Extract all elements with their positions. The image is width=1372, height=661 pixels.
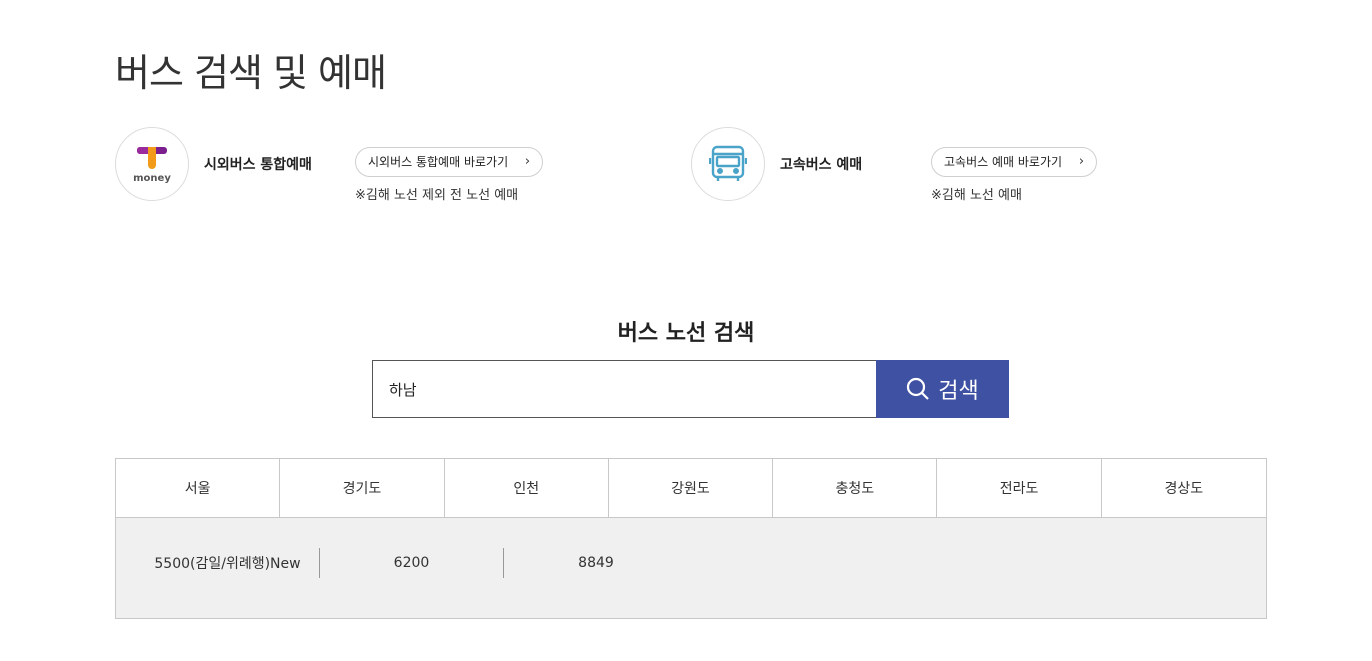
tab-gangwon[interactable]: 강원도 <box>608 459 774 517</box>
page-title: 버스 검색 및 예매 <box>115 51 387 95</box>
route-item[interactable]: 6200 <box>320 548 504 578</box>
search-icon <box>907 377 930 400</box>
tmoney-logo: money <box>115 127 189 201</box>
service-name: 고속버스 예매 <box>780 157 863 173</box>
service-intercity: money 시외버스 통합예매 시외버스 통합예매 바로가기 › ※김해 노선 … <box>115 127 675 203</box>
tmoney-logo-icon <box>137 145 167 171</box>
chevron-right-icon: › <box>1078 154 1085 169</box>
service-express: 고속버스 예매 고속버스 예매 바로가기 › ※김해 노선 예매 <box>691 127 1251 203</box>
service-note: ※김해 노선 제외 전 노선 예매 <box>355 188 519 203</box>
tab-gyeongsang[interactable]: 경상도 <box>1101 459 1266 517</box>
chevron-right-icon: › <box>524 154 531 169</box>
tab-gyeonggi[interactable]: 경기도 <box>280 459 445 517</box>
button-label: 시외버스 통합예매 바로가기 <box>368 155 509 169</box>
service-note: ※김해 노선 예매 <box>931 188 1022 203</box>
intercity-booking-link-button[interactable]: 시외버스 통합예매 바로가기 › <box>355 147 544 177</box>
tab-chungcheong[interactable]: 충청도 <box>773 459 938 517</box>
search-title: 버스 노선 검색 <box>617 321 755 346</box>
route-list: 5500(감일/위례행)New 6200 8849 <box>116 518 1266 578</box>
search-button-label: 검색 <box>938 379 979 404</box>
service-name: 시외버스 통합예매 <box>204 157 312 173</box>
bus-logo <box>691 127 765 201</box>
bus-icon <box>709 145 747 181</box>
tab-seoul[interactable]: 서울 <box>116 459 281 517</box>
express-booking-link-button[interactable]: 고속버스 예매 바로가기 › <box>931 147 1098 177</box>
route-item[interactable]: 5500(감일/위례행)New <box>136 548 320 578</box>
region-panel: 서울 경기도 인천 강원도 충청도 전라도 경상도 5500(감일/위례행)Ne… <box>115 458 1267 619</box>
search-button[interactable]: 검색 <box>876 360 1009 418</box>
tab-incheon[interactable]: 인천 <box>444 459 609 517</box>
route-item[interactable]: 8849 <box>504 548 688 578</box>
button-label: 고속버스 예매 바로가기 <box>944 155 1063 169</box>
tab-jeolla[interactable]: 전라도 <box>937 459 1102 517</box>
route-search-input[interactable] <box>372 360 877 418</box>
region-tabs: 서울 경기도 인천 강원도 충청도 전라도 경상도 <box>116 459 1266 518</box>
tmoney-logo-text: money <box>133 172 171 184</box>
